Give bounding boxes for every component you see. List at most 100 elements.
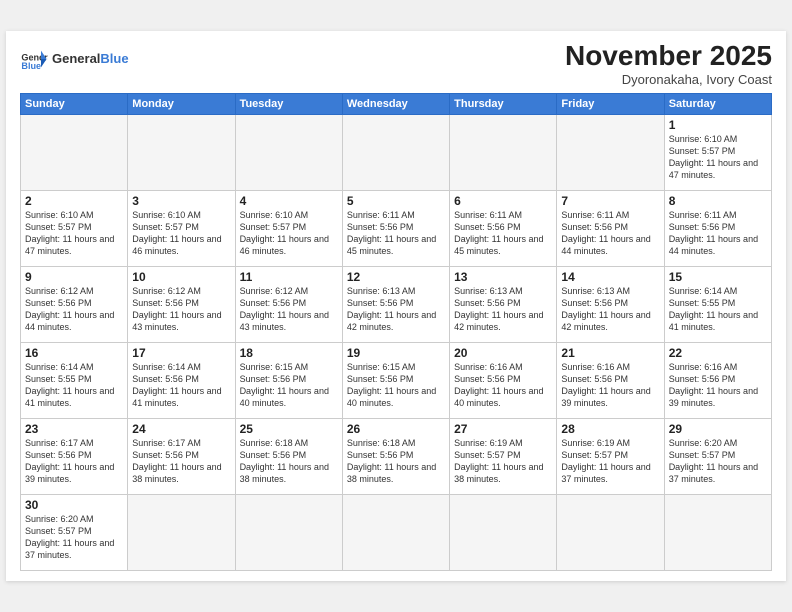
calendar-cell [235, 494, 342, 570]
day-number: 20 [454, 346, 552, 360]
day-number: 2 [25, 194, 123, 208]
day-number: 22 [669, 346, 767, 360]
day-number: 6 [454, 194, 552, 208]
weekday-header-thursday: Thursday [450, 93, 557, 114]
weekday-header-row: SundayMondayTuesdayWednesdayThursdayFrid… [21, 93, 772, 114]
calendar-cell: 9Sunrise: 6:12 AM Sunset: 5:56 PM Daylig… [21, 266, 128, 342]
calendar-cell: 1Sunrise: 6:10 AM Sunset: 5:57 PM Daylig… [664, 114, 771, 190]
calendar-cell [128, 114, 235, 190]
day-info: Sunrise: 6:13 AM Sunset: 5:56 PM Dayligh… [454, 285, 552, 334]
calendar-cell: 28Sunrise: 6:19 AM Sunset: 5:57 PM Dayli… [557, 418, 664, 494]
calendar-cell: 14Sunrise: 6:13 AM Sunset: 5:56 PM Dayli… [557, 266, 664, 342]
day-info: Sunrise: 6:16 AM Sunset: 5:56 PM Dayligh… [561, 361, 659, 410]
calendar-cell [342, 114, 449, 190]
day-number: 4 [240, 194, 338, 208]
calendar-cell [128, 494, 235, 570]
day-info: Sunrise: 6:10 AM Sunset: 5:57 PM Dayligh… [25, 209, 123, 258]
day-number: 21 [561, 346, 659, 360]
day-info: Sunrise: 6:10 AM Sunset: 5:57 PM Dayligh… [669, 133, 767, 182]
day-info: Sunrise: 6:15 AM Sunset: 5:56 PM Dayligh… [347, 361, 445, 410]
weekday-header-wednesday: Wednesday [342, 93, 449, 114]
day-info: Sunrise: 6:17 AM Sunset: 5:56 PM Dayligh… [132, 437, 230, 486]
calendar-cell: 30Sunrise: 6:20 AM Sunset: 5:57 PM Dayli… [21, 494, 128, 570]
calendar-cell: 2Sunrise: 6:10 AM Sunset: 5:57 PM Daylig… [21, 190, 128, 266]
day-number: 25 [240, 422, 338, 436]
day-number: 7 [561, 194, 659, 208]
calendar-cell: 15Sunrise: 6:14 AM Sunset: 5:55 PM Dayli… [664, 266, 771, 342]
day-info: Sunrise: 6:13 AM Sunset: 5:56 PM Dayligh… [347, 285, 445, 334]
calendar-cell [557, 114, 664, 190]
day-number: 19 [347, 346, 445, 360]
day-info: Sunrise: 6:12 AM Sunset: 5:56 PM Dayligh… [25, 285, 123, 334]
day-info: Sunrise: 6:11 AM Sunset: 5:56 PM Dayligh… [454, 209, 552, 258]
day-info: Sunrise: 6:19 AM Sunset: 5:57 PM Dayligh… [561, 437, 659, 486]
logo: General Blue GeneralBlue [20, 41, 129, 73]
day-number: 16 [25, 346, 123, 360]
day-number: 13 [454, 270, 552, 284]
calendar-cell [21, 114, 128, 190]
calendar-cell: 3Sunrise: 6:10 AM Sunset: 5:57 PM Daylig… [128, 190, 235, 266]
day-info: Sunrise: 6:15 AM Sunset: 5:56 PM Dayligh… [240, 361, 338, 410]
day-number: 27 [454, 422, 552, 436]
calendar-cell: 5Sunrise: 6:11 AM Sunset: 5:56 PM Daylig… [342, 190, 449, 266]
week-row-3: 16Sunrise: 6:14 AM Sunset: 5:55 PM Dayli… [21, 342, 772, 418]
day-info: Sunrise: 6:20 AM Sunset: 5:57 PM Dayligh… [669, 437, 767, 486]
day-info: Sunrise: 6:18 AM Sunset: 5:56 PM Dayligh… [240, 437, 338, 486]
title-block: November 2025 Dyoronakaha, Ivory Coast [565, 41, 772, 87]
day-number: 26 [347, 422, 445, 436]
calendar-cell: 8Sunrise: 6:11 AM Sunset: 5:56 PM Daylig… [664, 190, 771, 266]
day-number: 12 [347, 270, 445, 284]
logo-icon: General Blue [20, 45, 48, 73]
weekday-header-friday: Friday [557, 93, 664, 114]
calendar-cell: 29Sunrise: 6:20 AM Sunset: 5:57 PM Dayli… [664, 418, 771, 494]
day-number: 17 [132, 346, 230, 360]
day-info: Sunrise: 6:12 AM Sunset: 5:56 PM Dayligh… [240, 285, 338, 334]
calendar-cell: 12Sunrise: 6:13 AM Sunset: 5:56 PM Dayli… [342, 266, 449, 342]
calendar-cell: 4Sunrise: 6:10 AM Sunset: 5:57 PM Daylig… [235, 190, 342, 266]
day-info: Sunrise: 6:18 AM Sunset: 5:56 PM Dayligh… [347, 437, 445, 486]
day-info: Sunrise: 6:11 AM Sunset: 5:56 PM Dayligh… [669, 209, 767, 258]
day-info: Sunrise: 6:16 AM Sunset: 5:56 PM Dayligh… [454, 361, 552, 410]
day-number: 14 [561, 270, 659, 284]
calendar-cell: 22Sunrise: 6:16 AM Sunset: 5:56 PM Dayli… [664, 342, 771, 418]
day-info: Sunrise: 6:20 AM Sunset: 5:57 PM Dayligh… [25, 513, 123, 562]
day-info: Sunrise: 6:12 AM Sunset: 5:56 PM Dayligh… [132, 285, 230, 334]
day-info: Sunrise: 6:14 AM Sunset: 5:55 PM Dayligh… [669, 285, 767, 334]
calendar-cell: 16Sunrise: 6:14 AM Sunset: 5:55 PM Dayli… [21, 342, 128, 418]
calendar-cell [450, 114, 557, 190]
week-row-2: 9Sunrise: 6:12 AM Sunset: 5:56 PM Daylig… [21, 266, 772, 342]
day-number: 24 [132, 422, 230, 436]
day-info: Sunrise: 6:14 AM Sunset: 5:55 PM Dayligh… [25, 361, 123, 410]
calendar-cell [235, 114, 342, 190]
week-row-0: 1Sunrise: 6:10 AM Sunset: 5:57 PM Daylig… [21, 114, 772, 190]
calendar-cell: 21Sunrise: 6:16 AM Sunset: 5:56 PM Dayli… [557, 342, 664, 418]
week-row-5: 30Sunrise: 6:20 AM Sunset: 5:57 PM Dayli… [21, 494, 772, 570]
calendar-cell [342, 494, 449, 570]
calendar-cell [557, 494, 664, 570]
calendar-cell [664, 494, 771, 570]
day-number: 10 [132, 270, 230, 284]
weekday-header-sunday: Sunday [21, 93, 128, 114]
weekday-header-monday: Monday [128, 93, 235, 114]
calendar-container: General Blue GeneralBlue November 2025 D… [6, 31, 786, 581]
logo-text: GeneralBlue [52, 52, 129, 66]
calendar-cell: 26Sunrise: 6:18 AM Sunset: 5:56 PM Dayli… [342, 418, 449, 494]
day-number: 18 [240, 346, 338, 360]
day-info: Sunrise: 6:10 AM Sunset: 5:57 PM Dayligh… [240, 209, 338, 258]
day-info: Sunrise: 6:19 AM Sunset: 5:57 PM Dayligh… [454, 437, 552, 486]
day-number: 30 [25, 498, 123, 512]
calendar-grid: SundayMondayTuesdayWednesdayThursdayFrid… [20, 93, 772, 571]
day-number: 11 [240, 270, 338, 284]
day-number: 23 [25, 422, 123, 436]
week-row-4: 23 Sunrise: 6:17 AM Sunset: 5:56 PM Dayli… [21, 418, 772, 494]
calendar-cell: 18Sunrise: 6:15 AM Sunset: 5:56 PM Dayli… [235, 342, 342, 418]
day-info: Sunrise: 6:14 AM Sunset: 5:56 PM Dayligh… [132, 361, 230, 410]
day-number: 28 [561, 422, 659, 436]
calendar-cell: 23Sunrise: 6:17 AM Sunset: 5:56 PM Dayli… [21, 418, 128, 494]
calendar-cell: 6Sunrise: 6:11 AM Sunset: 5:56 PM Daylig… [450, 190, 557, 266]
month-title: November 2025 [565, 41, 772, 72]
calendar-cell: 27Sunrise: 6:19 AM Sunset: 5:57 PM Dayli… [450, 418, 557, 494]
calendar-cell: 24Sunrise: 6:17 AM Sunset: 5:56 PM Dayli… [128, 418, 235, 494]
calendar-header: General Blue GeneralBlue November 2025 D… [20, 41, 772, 87]
calendar-cell: 19Sunrise: 6:15 AM Sunset: 5:56 PM Dayli… [342, 342, 449, 418]
